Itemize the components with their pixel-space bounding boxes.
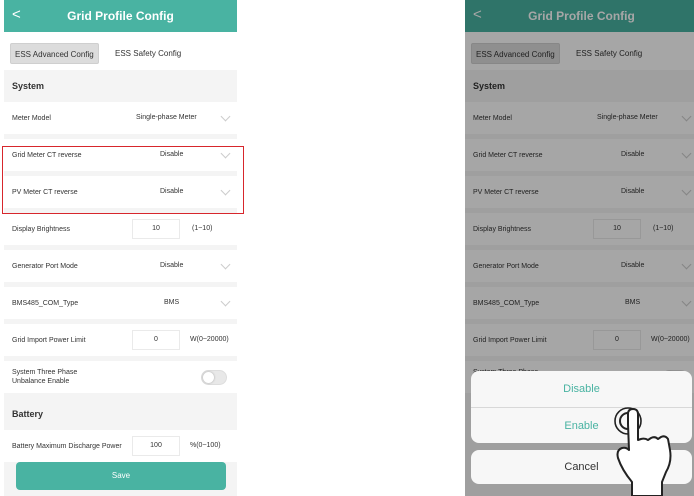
battery-max-discharge-input[interactable]: 100 <box>132 436 180 456</box>
row-label: System Three Phase Unbalance Enable <box>12 369 78 385</box>
display-brightness-input[interactable]: 10 <box>132 219 180 239</box>
title-bar: < Grid Profile Config <box>4 0 237 32</box>
chevron-down-icon[interactable] <box>220 296 231 307</box>
row-generator-port-mode[interactable]: Generator Port Mode Disable <box>4 250 237 287</box>
row-meter-model[interactable]: Meter Model Single-phase Meter <box>4 102 237 139</box>
tab-bar: ESS Advanced Config ESS Safety Config <box>4 32 237 70</box>
row-label: Grid Import Power Limit <box>12 336 86 344</box>
row-label: Display Brightness <box>12 225 70 233</box>
tab-ess-advanced-config[interactable]: ESS Advanced Config <box>10 43 99 64</box>
chevron-down-icon[interactable] <box>220 111 231 122</box>
settings-list: System Meter Model Single-phase Meter Gr… <box>4 70 237 467</box>
tab-ess-safety-config[interactable]: ESS Safety Config <box>111 43 185 64</box>
unit-label: W(0~20000) <box>190 336 229 343</box>
row-bms485-com-type[interactable]: BMS485_COM_Type BMS <box>4 287 237 324</box>
unit-label: (1~10) <box>192 225 213 232</box>
section-system: System <box>4 70 237 102</box>
pointing-hand-icon <box>614 407 672 496</box>
row-label: BMS485_COM_Type <box>12 299 79 307</box>
chevron-down-icon[interactable] <box>220 259 231 270</box>
highlight-box <box>2 146 244 214</box>
screen-left: < Grid Profile Config ESS Advanced Confi… <box>4 0 237 496</box>
row-display-brightness: Display Brightness 10 (1~10) <box>4 213 237 250</box>
bms485-com-type-value[interactable]: BMS <box>164 287 179 319</box>
toggle-knob <box>203 372 214 383</box>
grid-import-power-limit-input[interactable]: 0 <box>132 330 180 350</box>
generator-port-mode-value[interactable]: Disable <box>160 250 183 282</box>
row-label: Generator Port Mode <box>12 262 78 270</box>
row-label: Battery Maximum Discharge Power <box>12 442 122 450</box>
row-grid-import-power-limit: Grid Import Power Limit 0 W(0~20000) <box>4 324 237 361</box>
unbalance-toggle[interactable] <box>201 370 227 385</box>
section-battery: Battery <box>4 398 237 430</box>
meter-model-value[interactable]: Single-phase Meter <box>136 102 197 134</box>
screen-right: < Grid Profile Config ESS Advanced Confi… <box>465 0 694 496</box>
row-three-phase-unbalance: System Three Phase Unbalance Enable <box>4 361 237 398</box>
row-label: Meter Model <box>12 114 51 122</box>
page-title: Grid Profile Config <box>67 9 174 23</box>
save-button[interactable]: Save <box>16 462 226 490</box>
unit-label: %(0~100) <box>190 442 221 449</box>
